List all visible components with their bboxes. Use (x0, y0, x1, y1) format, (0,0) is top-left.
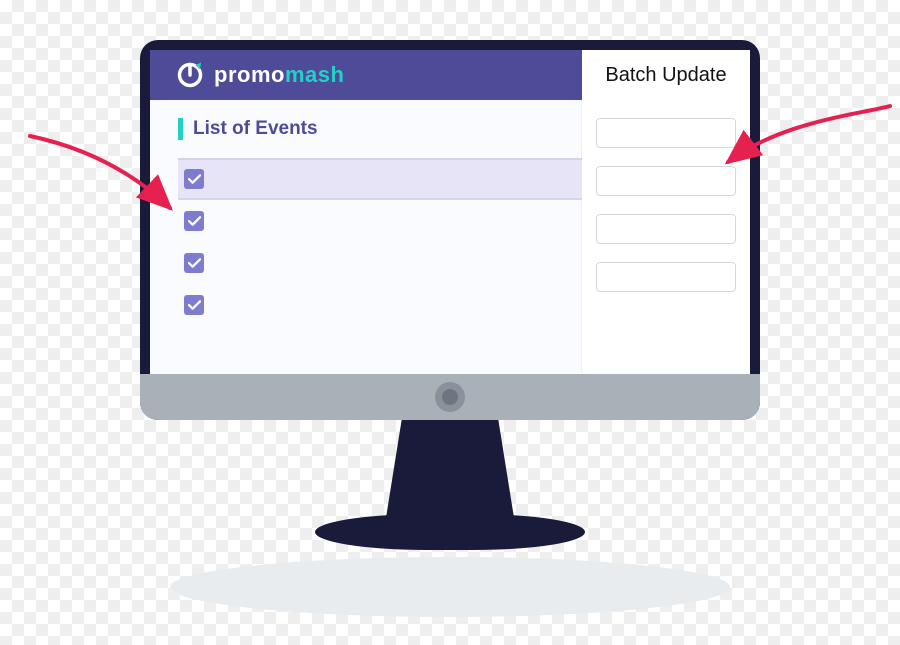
checkbox-icon[interactable] (184, 211, 204, 231)
list-item[interactable] (178, 158, 582, 200)
brand-part2: mash (285, 62, 344, 87)
annotation-arrow-left (20, 130, 180, 255)
batch-field[interactable] (596, 262, 736, 292)
list-title: List of Events (193, 118, 318, 140)
monitor-shadow (170, 557, 730, 617)
brand-part1: promo (214, 62, 285, 87)
monitor-bezel: promomash Batch Update List of Events (140, 40, 760, 420)
header-brand-area: promomash (150, 50, 582, 100)
brand-wordmark: promomash (214, 62, 344, 88)
promomash-logo-icon (176, 61, 204, 89)
screen: promomash Batch Update List of Events (150, 50, 750, 374)
main-panel: List of Events (150, 100, 582, 374)
list-title-row: List of Events (178, 118, 582, 140)
panel-title: Batch Update (582, 50, 750, 100)
checkbox-icon[interactable] (184, 295, 204, 315)
batch-field[interactable] (596, 118, 736, 148)
checkbox-icon[interactable] (184, 253, 204, 273)
app-body: List of Events (150, 100, 750, 374)
annotation-arrow-right (720, 100, 900, 225)
app-header: promomash Batch Update (150, 50, 750, 100)
batch-field[interactable] (596, 214, 736, 244)
event-list (178, 158, 582, 326)
batch-field[interactable] (596, 166, 736, 196)
monitor-base (315, 514, 585, 550)
list-item[interactable] (178, 284, 582, 326)
list-item[interactable] (178, 200, 582, 242)
list-item[interactable] (178, 242, 582, 284)
home-button-icon (435, 382, 465, 412)
checkbox-icon[interactable] (184, 169, 204, 189)
monitor-chin (140, 374, 760, 420)
